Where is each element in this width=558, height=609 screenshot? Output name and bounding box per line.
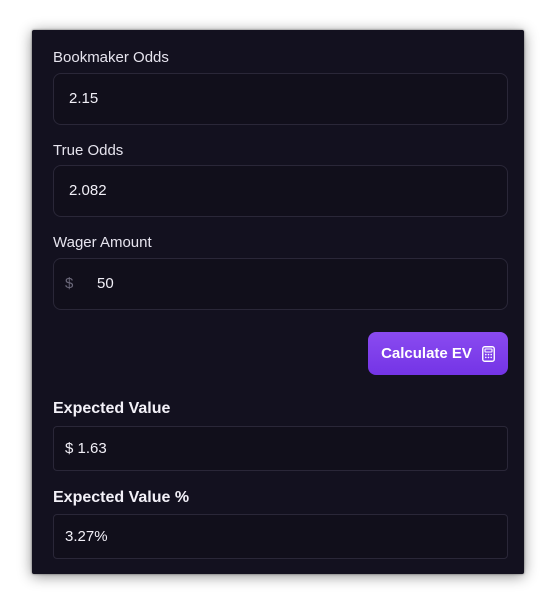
calculate-ev-label: Calculate EV: [381, 345, 472, 362]
true-odds-input[interactable]: 2.082: [53, 165, 508, 217]
bookmaker-odds-input[interactable]: 2.15: [53, 73, 508, 125]
currency-prefix: $: [65, 275, 74, 292]
bookmaker-odds-label: Bookmaker Odds: [53, 49, 169, 66]
expected-value-amount: $ 1.63: [65, 440, 107, 457]
wager-amount-value: 50: [97, 275, 114, 292]
ev-calculator-panel: Bookmaker Odds 2.15 True Odds 2.082 Wage…: [32, 30, 524, 574]
expected-value-output: $ 1.63: [53, 426, 508, 471]
expected-value-label: Expected Value: [53, 400, 171, 417]
calculator-icon: [481, 345, 495, 362]
expected-value-pct-label: Expected Value %: [53, 489, 190, 506]
true-odds-label: True Odds: [53, 142, 124, 159]
bookmaker-odds-value: 2.15: [69, 90, 99, 107]
wager-amount-label: Wager Amount: [53, 234, 152, 251]
expected-value-pct-amount: 3.27%: [65, 528, 108, 545]
wager-amount-input[interactable]: $ 50: [53, 258, 508, 310]
expected-value-pct-output: 3.27%: [53, 514, 508, 559]
true-odds-value: 2.082: [69, 182, 107, 199]
calculate-ev-button[interactable]: Calculate EV: [368, 332, 508, 375]
